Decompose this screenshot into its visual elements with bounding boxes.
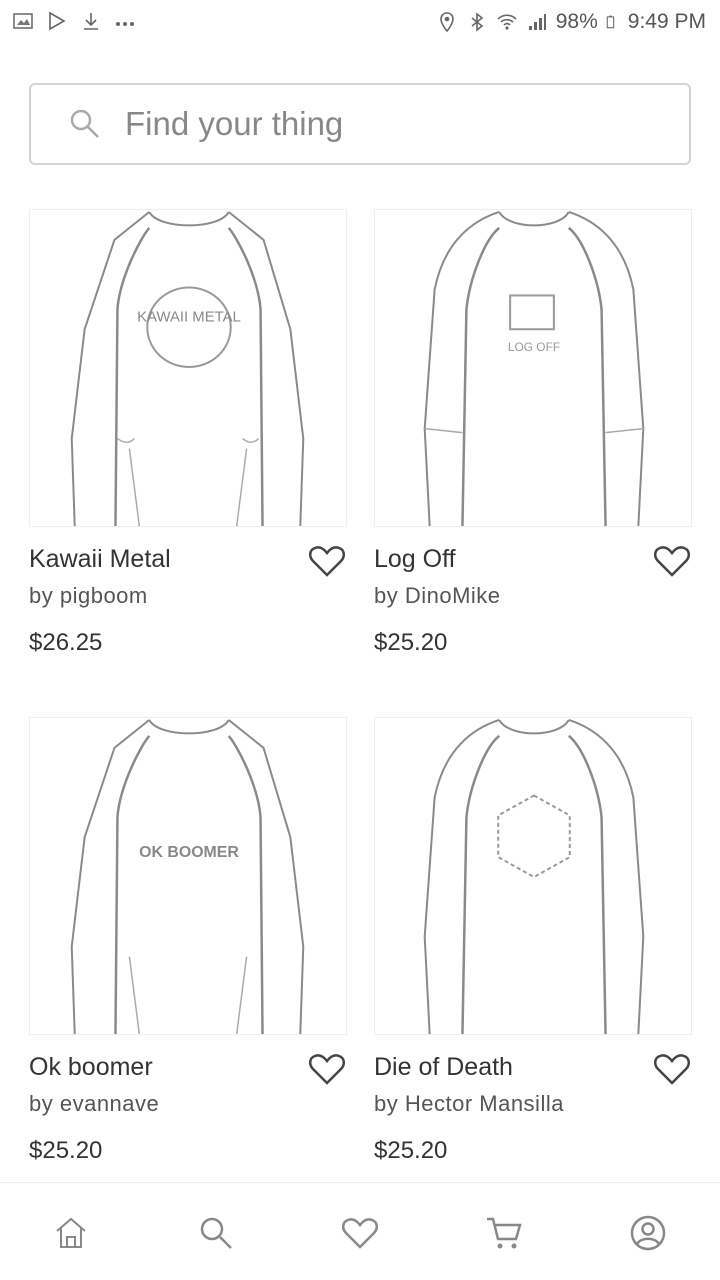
search-input[interactable] bbox=[125, 105, 645, 143]
favorite-heart-icon[interactable] bbox=[307, 1049, 347, 1089]
wifi-icon bbox=[497, 14, 517, 30]
shirt-design-text: KAWAII METAL bbox=[137, 309, 241, 325]
signal-icon bbox=[528, 14, 546, 30]
bottom-nav bbox=[0, 1182, 720, 1280]
product-card[interactable]: Die of Death by Hector Mansilla $25.20 bbox=[374, 717, 692, 1164]
product-card[interactable]: KAWAII METAL Kawaii Metal by pigboom $26… bbox=[29, 209, 347, 656]
cart-icon[interactable] bbox=[484, 1213, 524, 1253]
more-icon bbox=[116, 22, 134, 26]
home-icon[interactable] bbox=[51, 1213, 91, 1253]
bluetooth-icon bbox=[471, 12, 484, 32]
product-price: $26.25 bbox=[29, 629, 103, 656]
product-card[interactable]: LOG OFF Log Off by DinoMike $25.20 bbox=[374, 209, 692, 656]
favorite-heart-icon[interactable] bbox=[307, 541, 347, 581]
status-bar: 98% 9:49 PM bbox=[0, 0, 720, 44]
product-price: $25.20 bbox=[374, 629, 448, 656]
product-title[interactable]: Die of Death bbox=[374, 1053, 513, 1082]
product-artist[interactable]: by Hector Mansilla bbox=[374, 1091, 564, 1117]
profile-icon[interactable] bbox=[628, 1213, 668, 1253]
download-icon bbox=[84, 13, 98, 30]
product-image[interactable] bbox=[374, 717, 692, 1035]
search-icon[interactable] bbox=[196, 1213, 236, 1253]
play-store-icon bbox=[49, 11, 66, 31]
battery-percent: 98% bbox=[555, 10, 598, 33]
product-image[interactable]: KAWAII METAL bbox=[29, 209, 347, 527]
shirt-design-text: OK BOOMER bbox=[139, 844, 239, 861]
product-title[interactable]: Ok boomer bbox=[29, 1053, 153, 1082]
search-bar[interactable] bbox=[29, 83, 691, 165]
shirt-design-text: LOG OFF bbox=[508, 340, 560, 354]
product-card[interactable]: OK BOOMER Ok boomer by evannave $25.20 bbox=[29, 717, 347, 1164]
search-icon bbox=[70, 109, 99, 138]
product-image[interactable]: LOG OFF bbox=[374, 209, 692, 527]
heart-icon[interactable] bbox=[340, 1213, 380, 1253]
favorite-heart-icon[interactable] bbox=[652, 541, 692, 581]
product-price: $25.20 bbox=[29, 1137, 103, 1164]
gallery-icon bbox=[13, 13, 33, 29]
product-price: $25.20 bbox=[374, 1137, 448, 1164]
favorite-heart-icon[interactable] bbox=[652, 1049, 692, 1089]
location-icon bbox=[439, 12, 454, 33]
product-artist[interactable]: by DinoMike bbox=[374, 583, 501, 609]
battery-icon bbox=[606, 15, 614, 29]
product-image[interactable]: OK BOOMER bbox=[29, 717, 347, 1035]
product-title[interactable]: Kawaii Metal bbox=[29, 545, 171, 574]
product-artist[interactable]: by pigboom bbox=[29, 583, 148, 609]
product-title[interactable]: Log Off bbox=[374, 545, 456, 574]
product-artist[interactable]: by evannave bbox=[29, 1091, 159, 1117]
clock: 9:49 PM bbox=[627, 10, 706, 33]
